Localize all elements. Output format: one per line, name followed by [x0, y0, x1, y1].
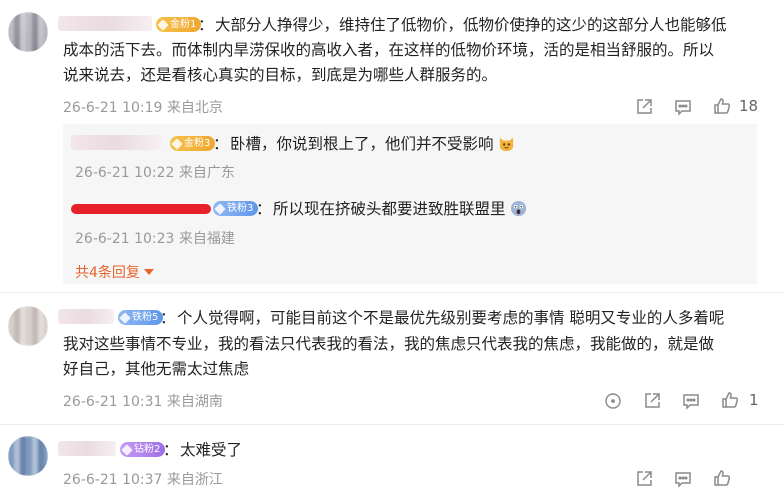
location: 来自广东 — [178, 165, 235, 181]
comment-meta: 26-6-21 10:19 来自北京 — [63, 97, 223, 117]
fan-badge: 铁粉3 — [213, 201, 259, 216]
location: 来自福建 — [178, 231, 235, 247]
like-icon[interactable] — [720, 390, 740, 410]
timestamp: 26-6-21 10:23 — [75, 231, 175, 247]
timestamp: 26-6-21 10:31 — [63, 394, 163, 410]
like-icon[interactable] — [712, 96, 732, 116]
fan-badge: 金粉1 — [156, 17, 202, 32]
avatar[interactable] — [8, 12, 48, 52]
more-replies-link[interactable]: 共4条回复 — [75, 262, 154, 282]
username-blurred[interactable] — [58, 16, 152, 31]
username-blurred[interactable] — [58, 441, 116, 456]
fan-badge: 金粉3 — [170, 136, 216, 151]
comment-meta: 26-6-21 10:31 来自湖南 — [63, 391, 223, 411]
comment-icon[interactable] — [673, 97, 693, 117]
reply-meta: 26-6-21 10:23 来自福建 — [75, 228, 235, 248]
reply-username-blurred[interactable] — [71, 135, 161, 150]
location: 来自湖南 — [166, 394, 223, 410]
badge-gem-icon — [119, 311, 131, 324]
colon: ： — [213, 135, 229, 153]
comment-text-line: 个人觉得啊，可能目前这个不是最优先级别要考虑的事情 聪明又专业的人多着呢 — [177, 309, 725, 327]
location: 来自北京 — [166, 100, 223, 116]
share-icon[interactable] — [642, 391, 662, 411]
colon: ： — [256, 200, 272, 218]
cat-face-emoji — [498, 135, 515, 152]
redaction-mark — [71, 204, 211, 214]
colon: ： — [163, 441, 179, 459]
share-icon[interactable] — [634, 469, 654, 489]
like-count: 18 — [739, 97, 759, 115]
comment-meta: 26-6-21 10:37 来自浙江 — [63, 469, 223, 489]
reply-text: 所以现在挤破头都要进致胜联盟里 — [273, 197, 527, 221]
location: 来自浙江 — [166, 472, 223, 488]
comment-text-line: 好自己，其他无需太过焦虑 — [63, 360, 250, 378]
badge-gem-icon — [121, 443, 133, 456]
comment-text-line: 太难受了 — [180, 441, 243, 459]
share-icon[interactable] — [634, 97, 654, 117]
reply-text: 卧槽，你说到根上了，他们并不受影响 — [230, 132, 515, 156]
divider — [0, 424, 784, 425]
colon: ： — [160, 309, 176, 327]
comment-text-line: 成本的活下去。而体制内旱涝保收的高收入者，在这样的低物价环境，活的是相当舒服的。… — [63, 41, 715, 59]
comment-icon[interactable] — [673, 469, 693, 489]
comment-icon[interactable] — [681, 391, 701, 411]
caret-down-icon — [143, 269, 154, 275]
colon: ： — [198, 16, 214, 34]
timestamp: 26-6-21 10:37 — [63, 472, 163, 488]
reply-meta: 26-6-21 10:22 来自广东 — [75, 162, 235, 182]
dislike-icon[interactable] — [603, 391, 623, 411]
scream-face-emoji — [510, 200, 527, 217]
badge-gem-icon — [171, 137, 183, 150]
comment-text-line: 说来说去，还是看核心真实的目标，到底是为哪些人群服务的。 — [63, 66, 498, 84]
username-blurred[interactable] — [58, 309, 114, 324]
fan-badge: 钻粉2 — [120, 442, 166, 457]
fan-badge: 铁粉5 — [118, 310, 164, 325]
like-count: 1 — [749, 391, 759, 409]
like-icon[interactable] — [712, 468, 732, 488]
timestamp: 26-6-21 10:22 — [75, 165, 175, 181]
avatar[interactable] — [8, 436, 48, 476]
comment-text-line: 我对这些事情不专业，我的看法只代表我的看法，我的焦虑只代表我的焦虑，我能做的，就… — [63, 335, 715, 353]
badge-gem-icon — [157, 18, 169, 31]
comment-text-line: 大部分人挣得少，维持住了低物价，低物价使挣的这少的这部分人也能够低 — [215, 16, 727, 34]
replies-panel: 金粉3 ： 卧槽，你说到根上了，他们并不受影响 26-6-21 10:22 来自… — [63, 124, 757, 284]
timestamp: 26-6-21 10:19 — [63, 100, 163, 116]
divider — [0, 292, 784, 293]
avatar[interactable] — [8, 306, 48, 346]
badge-gem-icon — [214, 202, 226, 215]
